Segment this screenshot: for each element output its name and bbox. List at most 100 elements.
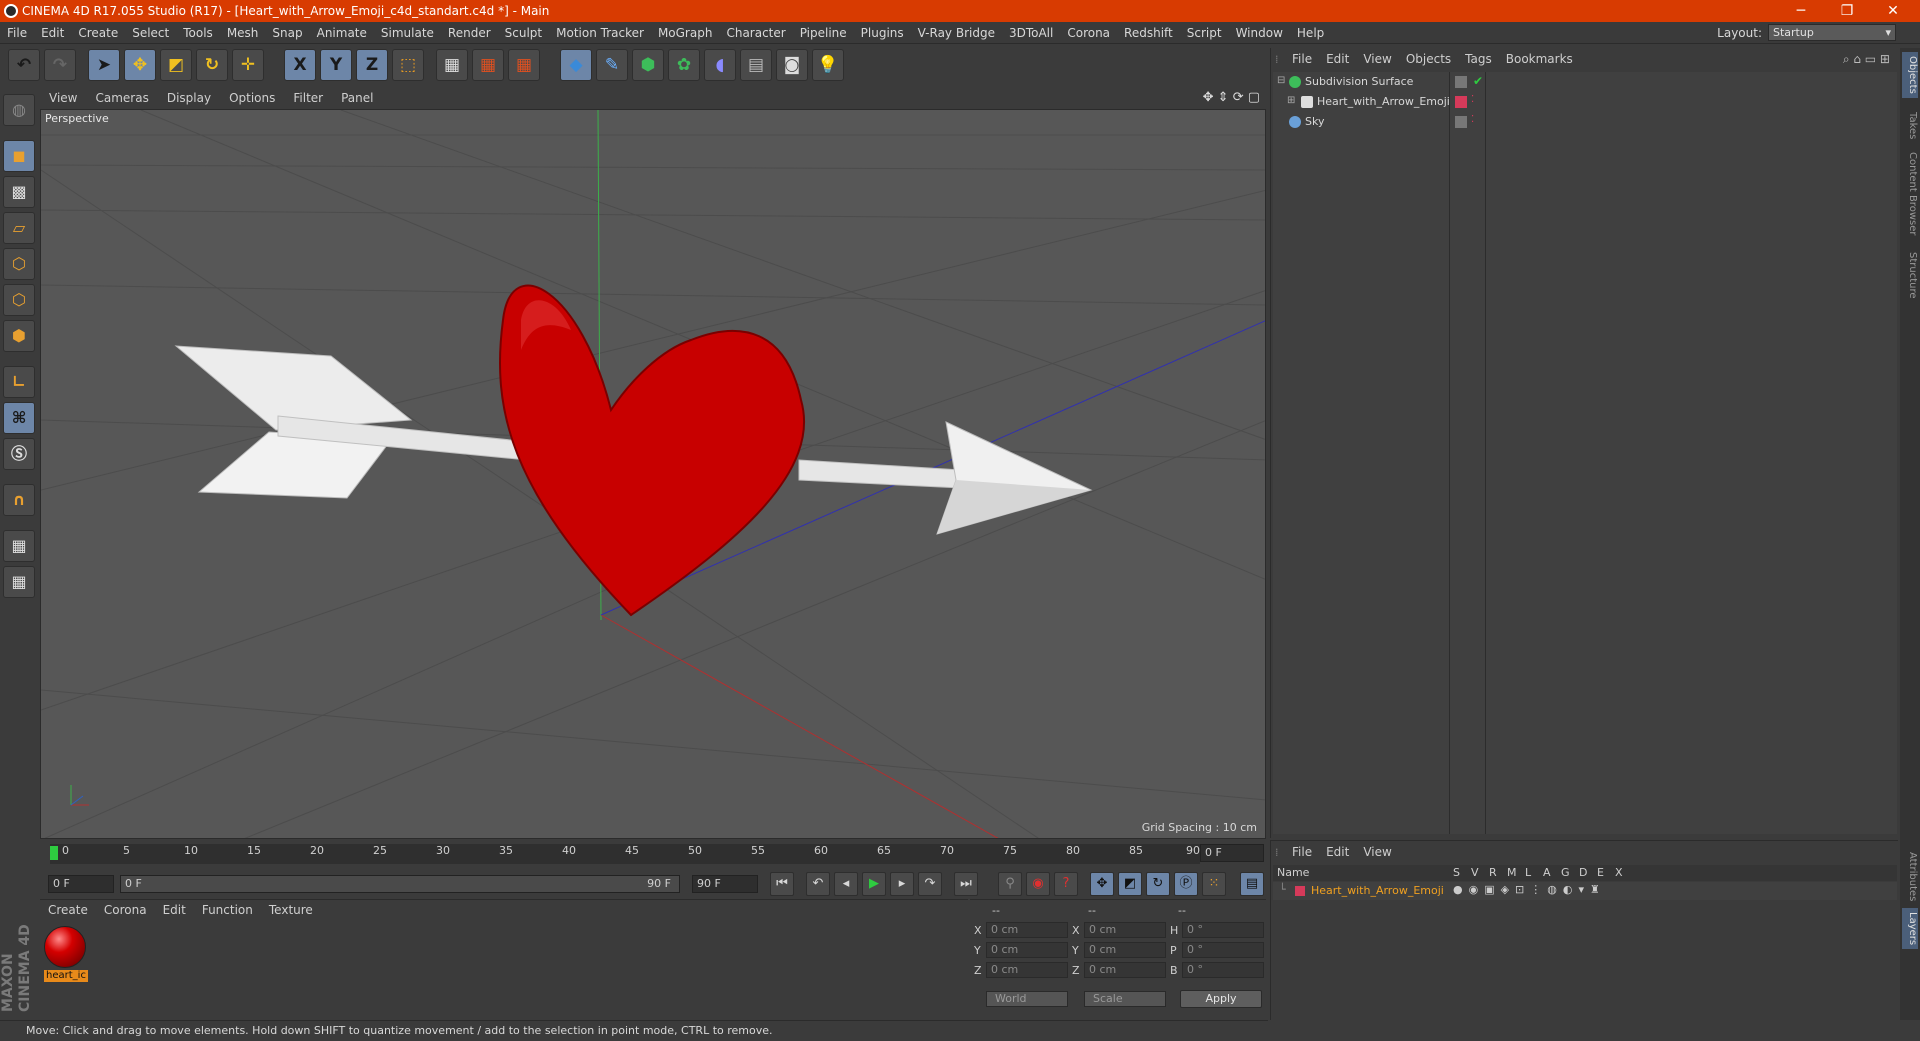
layer-color-swatch[interactable] — [1295, 886, 1305, 896]
coord-size-y-field[interactable]: 0 cm — [1084, 942, 1166, 958]
objects-menu-objects[interactable]: Objects — [1399, 48, 1458, 70]
menu-snap[interactable]: Snap — [265, 22, 309, 44]
viewport-menu-cameras[interactable]: Cameras — [86, 88, 157, 108]
layers-menu-file[interactable]: File — [1285, 841, 1319, 863]
menu-simulate[interactable]: Simulate — [374, 22, 441, 44]
enabled-check-icon[interactable]: ✔ — [1473, 74, 1483, 88]
playhead-marker[interactable] — [50, 846, 58, 860]
viewport-menu-panel[interactable]: Panel — [332, 88, 382, 108]
previous-frame-button[interactable]: ◂ — [834, 872, 858, 896]
coordinate-system-button[interactable]: ⬚ — [392, 49, 424, 81]
keyframe-selection-button[interactable]: ? — [1054, 872, 1078, 896]
key-pla-button[interactable]: ⁙ — [1202, 872, 1226, 896]
side-tab-content-browser[interactable]: Content Browser — [1902, 148, 1918, 239]
layers-menu-edit[interactable]: Edit — [1319, 841, 1356, 863]
key-position-button[interactable]: ✥ — [1090, 872, 1114, 896]
side-tab-objects[interactable]: Objects — [1902, 52, 1918, 98]
menu-character[interactable]: Character — [719, 22, 792, 44]
floor-object-button[interactable]: ▤ — [740, 49, 772, 81]
visibility-dots-icon[interactable]: ⁚ — [1471, 94, 1474, 105]
collapse-icon[interactable]: ⊟ — [1277, 75, 1285, 86]
menu-window[interactable]: Window — [1229, 22, 1290, 44]
layout-dropdown[interactable]: Startup ▾ — [1768, 24, 1896, 41]
object-row-subdivision-surface[interactable]: ⊟ Subdivision Surface ✔ — [1273, 72, 1897, 92]
model-mode-button[interactable]: ◼ — [3, 140, 35, 172]
object-list[interactable]: ⊟ Subdivision Surface ✔ ⊞ Heart_with_Arr… — [1273, 72, 1897, 834]
locked-workplane-button[interactable]: ▦ — [3, 530, 35, 562]
viewport-menu-view[interactable]: View — [40, 88, 86, 108]
texture-mode-button[interactable]: ▩ — [3, 176, 35, 208]
render-settings-button[interactable]: ▦ — [508, 49, 540, 81]
planar-workplane-button[interactable]: ▦ — [3, 566, 35, 598]
cube-object-button[interactable]: ◆ — [560, 49, 592, 81]
scale-tool-button[interactable]: ◩ — [160, 49, 192, 81]
menu-corona[interactable]: Corona — [1060, 22, 1117, 44]
subdivision-surface-button[interactable]: ⬢ — [632, 49, 664, 81]
menu-select[interactable]: Select — [125, 22, 176, 44]
pen-spline-button[interactable]: ✎ — [596, 49, 628, 81]
render-picture-viewer-button[interactable]: ▦ — [472, 49, 504, 81]
menu-render[interactable]: Render — [441, 22, 498, 44]
menu-plugins[interactable]: Plugins — [854, 22, 911, 44]
layers-menu-view[interactable]: View — [1356, 841, 1398, 863]
menu-mograph[interactable]: MoGraph — [651, 22, 720, 44]
recent-tool-button[interactable]: ✛ — [232, 49, 264, 81]
objects-menu-tags[interactable]: Tags — [1458, 48, 1499, 70]
objects-menu-edit[interactable]: Edit — [1319, 48, 1356, 70]
snap-button[interactable]: ∩ — [3, 484, 35, 516]
3d-viewport[interactable]: Perspective Grid Spacing: 10 cm — [40, 109, 1266, 839]
frame-ruler[interactable]: 0 5 10 15 20 25 30 35 40 45 50 55 60 65 … — [50, 844, 1200, 864]
coord-size-x-field[interactable]: 0 cm — [1084, 922, 1166, 938]
menu-redshift[interactable]: Redshift — [1117, 22, 1180, 44]
menu-animate[interactable]: Animate — [310, 22, 374, 44]
end-frame-field[interactable]: 90 F — [692, 875, 758, 893]
visibility-dots-icon[interactable]: ⁚ — [1471, 114, 1474, 125]
coord-pos-x-field[interactable]: 0 cm — [986, 922, 1068, 938]
frame-range-slider[interactable]: 0 F 90 F — [120, 875, 680, 893]
tweak-mode-button[interactable]: ⌘ — [3, 402, 35, 434]
coord-size-mode-dropdown[interactable]: Scale — [1084, 991, 1166, 1007]
y-axis-button[interactable]: Y — [320, 49, 352, 81]
material-menu-texture[interactable]: Texture — [261, 900, 321, 920]
next-frame-button[interactable]: ▸ — [890, 872, 914, 896]
viewport-menu-options[interactable]: Options — [220, 88, 284, 108]
apply-button[interactable]: Apply — [1180, 990, 1262, 1008]
timeline-ruler[interactable]: 0 5 10 15 20 25 30 35 40 45 50 55 60 65 … — [40, 841, 1266, 871]
menu-mesh[interactable]: Mesh — [220, 22, 266, 44]
menu-vray-bridge[interactable]: V-Ray Bridge — [911, 22, 1002, 44]
coord-rot-h-field[interactable]: 0 ° — [1182, 922, 1264, 938]
timeline-window-button[interactable]: ▤ — [1240, 872, 1264, 896]
z-axis-button[interactable]: Z — [356, 49, 388, 81]
object-manager-search-icons[interactable]: ⌕ ⌂ ▭ ⊞ — [1843, 52, 1890, 67]
material-menu-create[interactable]: Create — [40, 900, 96, 920]
coord-space-dropdown[interactable]: World — [986, 991, 1068, 1007]
key-rotation-button[interactable]: ↻ — [1146, 872, 1170, 896]
material-menu-edit[interactable]: Edit — [155, 900, 194, 920]
side-tab-attributes[interactable]: Attributes — [1902, 848, 1918, 905]
x-axis-button[interactable]: X — [284, 49, 316, 81]
viewport-navigation-icons[interactable]: ✥ ⇕ ⟳ ▢ — [1203, 90, 1260, 105]
move-tool-button[interactable]: ✥ — [124, 49, 156, 81]
light-object-button[interactable]: 💡 — [812, 49, 844, 81]
maximize-button[interactable]: ❐ — [1824, 0, 1870, 22]
current-frame-field[interactable]: 0 F — [1200, 844, 1264, 862]
material-menu-function[interactable]: Function — [194, 900, 261, 920]
next-key-button[interactable]: ↷ — [918, 872, 942, 896]
layer-color-tag-icon[interactable] — [1455, 96, 1467, 108]
points-mode-button[interactable]: ⬡ — [3, 248, 35, 280]
polygons-mode-button[interactable]: ⬢ — [3, 320, 35, 352]
objects-menu-view[interactable]: View — [1356, 48, 1398, 70]
solo-mode-button[interactable]: Ⓢ — [3, 438, 35, 470]
record-keys-button[interactable]: ⚲ — [998, 872, 1022, 896]
layer-row[interactable]: └ Heart_with_Arrow_Emoji ●◉▣◈⊡⋮◍◐▾♜ — [1273, 882, 1897, 900]
material-menu-corona[interactable]: Corona — [96, 900, 155, 920]
live-selection-button[interactable]: ➤ — [88, 49, 120, 81]
menu-edit[interactable]: Edit — [34, 22, 71, 44]
menu-create[interactable]: Create — [71, 22, 125, 44]
key-parameter-button[interactable]: Ⓟ — [1174, 872, 1198, 896]
menu-tools[interactable]: Tools — [176, 22, 220, 44]
coord-pos-y-field[interactable]: 0 cm — [986, 942, 1068, 958]
autokey-button[interactable]: ◉ — [1026, 872, 1050, 896]
previous-key-button[interactable]: ↶ — [806, 872, 830, 896]
object-row-heart-with-arrow[interactable]: ⊞ Heart_with_Arrow_Emoji ⁚ — [1273, 92, 1897, 112]
